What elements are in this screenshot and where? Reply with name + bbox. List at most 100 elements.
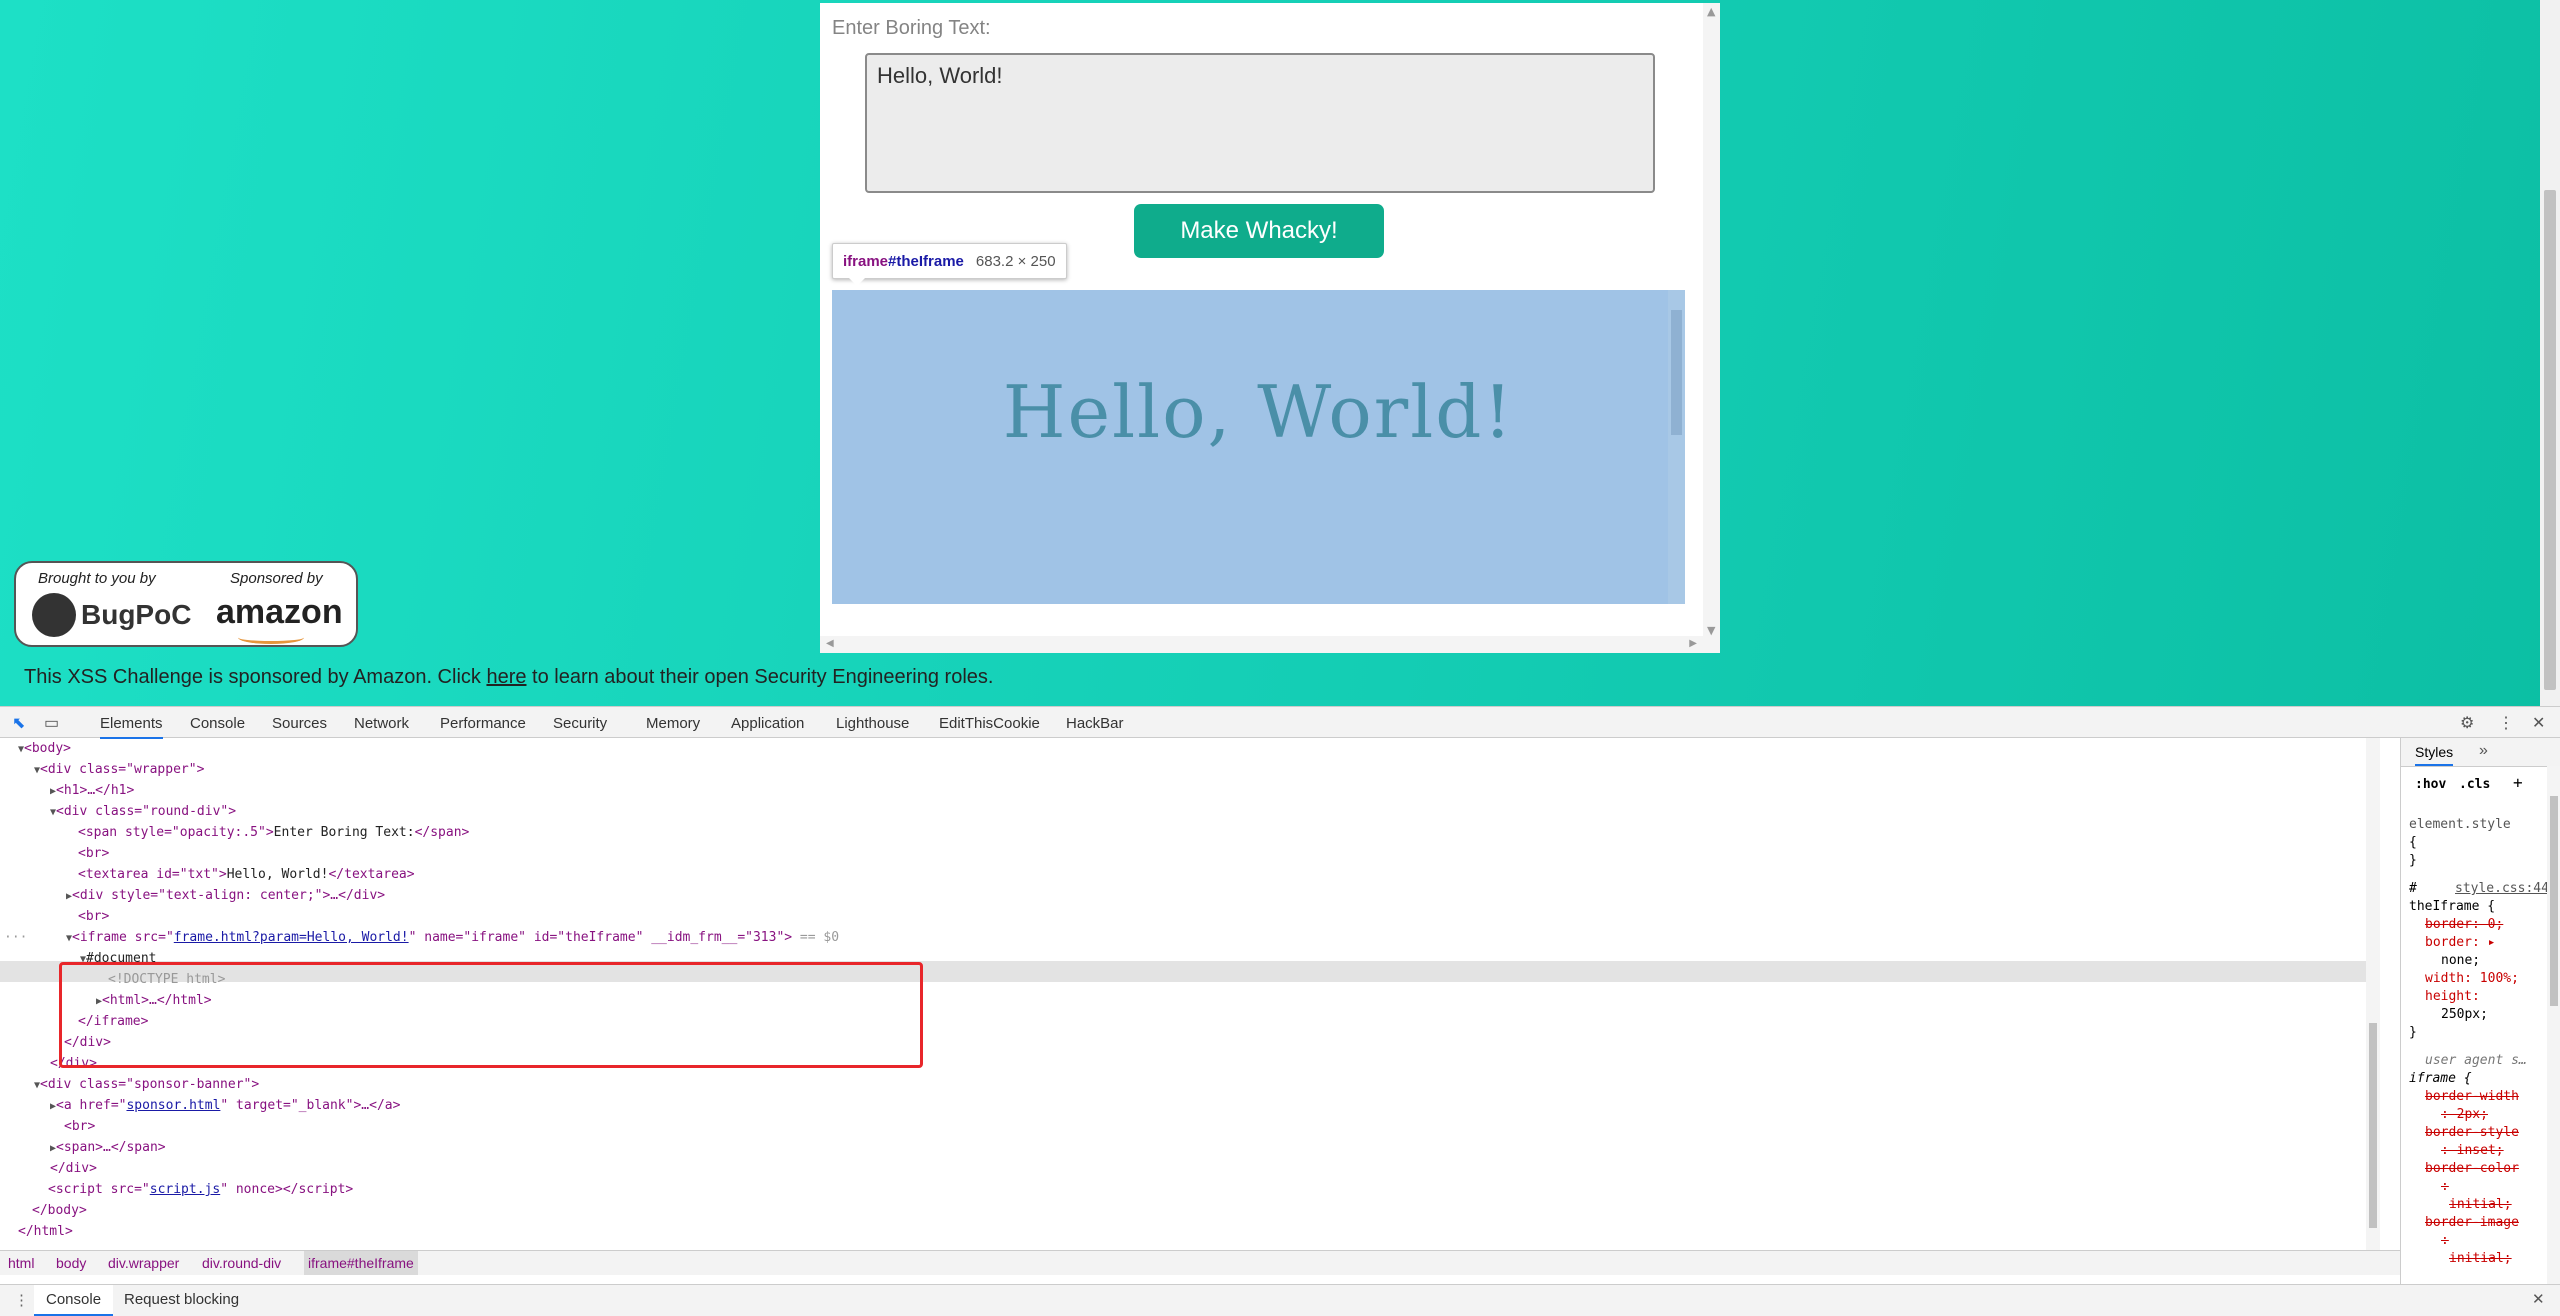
dom-br-3[interactable]: <br> [64, 1116, 95, 1137]
element-style-open: { [2409, 835, 2417, 850]
dom-sponsor-close[interactable]: </div> [50, 1158, 97, 1179]
dom-span[interactable]: <span style="opacity:.5">Enter Boring Te… [78, 822, 469, 843]
iframe-highlight[interactable]: Hello, World! [832, 290, 1685, 604]
prop-border-image-sep: : [2441, 1233, 2449, 1248]
drawer-bar: ⋮ Console Request blocking ✕ [0, 1284, 2560, 1316]
xss-text-after: to learn about their open Security Engin… [526, 666, 994, 688]
tab-editthiscookie[interactable]: EditThisCookie [939, 715, 1040, 732]
tab-styles[interactable]: Styles [2415, 744, 2454, 766]
prop-border-value: none; [2441, 953, 2481, 968]
scroll-left-icon[interactable]: ◀ [826, 638, 834, 649]
scroll-up-icon[interactable]: ▲ [1707, 5, 1715, 18]
tab-network[interactable]: Network [354, 715, 409, 732]
prop-border-image-value: initial; [2449, 1251, 2512, 1266]
drawer-tab-console[interactable]: Console [34, 1285, 114, 1316]
iframe-scrollbar[interactable] [1668, 290, 1685, 604]
close-drawer-icon[interactable]: ✕ [2532, 1290, 2545, 1308]
dom-a[interactable]: ▶<a href="sponsor.html" target="_blank">… [50, 1095, 400, 1116]
inspect-tooltip: iframe #theIframe 683.2 × 250 [832, 243, 1067, 286]
dom-h1[interactable]: ▶<h1>…</h1> [50, 780, 134, 801]
device-toolbar-icon[interactable]: ▭ [44, 713, 59, 733]
dom-span-2[interactable]: ▶<span>…</span> [50, 1137, 166, 1158]
prop-border-width: border-width [2425, 1089, 2519, 1104]
dom-html-close[interactable]: </html> [18, 1221, 73, 1242]
bugpoc-logo-icon [32, 593, 76, 637]
card-scrollbar[interactable]: ▲ ▼ [1703, 3, 1720, 653]
boring-text-input[interactable]: Hello, World! [865, 53, 1655, 193]
styles-tabbar: Styles » [2401, 738, 2560, 767]
dom-div-center[interactable]: ▶<div style="text-align: center;">…</div… [66, 885, 385, 906]
tab-security[interactable]: Security [553, 715, 607, 732]
tab-console[interactable]: Console [190, 715, 245, 732]
styles-scroll-thumb[interactable] [2550, 796, 2558, 1006]
dom-body-close[interactable]: </body> [32, 1200, 87, 1221]
breadcrumb-body[interactable]: body [56, 1255, 86, 1271]
dom-row-dots[interactable]: ··· [4, 927, 27, 948]
drawer-menu-icon[interactable]: ⋮ [14, 1291, 29, 1309]
card-hscrollbar[interactable]: ◀ ▶ [820, 636, 1703, 653]
prop-border[interactable]: border: ▸ [2425, 934, 2495, 952]
dom-round-div[interactable]: ▼<div class="round-div"> [50, 801, 236, 822]
prop-height[interactable]: height: [2425, 988, 2480, 1006]
dom-script[interactable]: <script src="script.js" nonce></script> [48, 1179, 353, 1200]
dom-br[interactable]: <br> [78, 843, 109, 864]
dom-textarea[interactable]: <textarea id="txt">Hello, World!</textar… [78, 864, 415, 885]
devtools-tabbar: ⬉ ▭ Elements Console Sources Network Per… [0, 707, 2560, 739]
breadcrumb-wrapper[interactable]: div.wrapper [108, 1255, 179, 1271]
prop-border-width-value: : 2px; [2441, 1107, 2488, 1122]
style-source-link[interactable]: style.css:44 [2455, 880, 2549, 898]
tab-lighthouse[interactable]: Lighthouse [836, 715, 909, 732]
prop-width[interactable]: width: 100%; [2425, 970, 2519, 988]
tab-elements[interactable]: Elements [100, 715, 163, 739]
dom-br-2[interactable]: <br> [78, 906, 109, 927]
here-link[interactable]: here [486, 666, 526, 688]
tab-performance[interactable]: Performance [440, 715, 526, 732]
dom-tree: ▼<body> ▼<div class="wrapper"> ▶<h1>…</h… [0, 738, 2380, 1250]
inspect-element-icon[interactable]: ⬉ [12, 713, 25, 733]
cls-toggle[interactable]: .cls [2459, 776, 2490, 794]
scroll-right-icon[interactable]: ▶ [1689, 638, 1697, 649]
tab-hackbar[interactable]: HackBar [1066, 715, 1124, 732]
prop-border-0[interactable]: border: 0; [2425, 916, 2503, 934]
prop-border-color-value: initial; [2449, 1197, 2512, 1212]
sponsored-by-text: Sponsored by [230, 570, 323, 587]
drawer-tab-request-blocking[interactable]: Request blocking [124, 1291, 239, 1308]
prop-border-style-value: : inset; [2441, 1143, 2504, 1158]
page-scrollbar[interactable] [2540, 0, 2560, 706]
dom-iframe[interactable]: ▼<iframe src="frame.html?param=Hello, Wo… [66, 927, 839, 948]
round-div-card: Enter Boring Text: Hello, World! Make Wh… [820, 3, 1720, 653]
breadcrumb-html[interactable]: html [8, 1255, 34, 1271]
prop-height-value: 250px; [2441, 1007, 2488, 1022]
sponsor-banner[interactable]: Brought to you by Sponsored by BugPoC am… [14, 561, 358, 647]
more-tabs-icon[interactable]: » [2479, 742, 2488, 760]
breadcrumb-iframe[interactable]: iframe#theIframe [304, 1251, 418, 1275]
whacky-output-text: Hello, World! [1002, 370, 1515, 454]
settings-gear-icon[interactable]: ⚙ [2460, 713, 2474, 733]
dom-scrollbar[interactable] [2366, 738, 2380, 1250]
scroll-down-icon[interactable]: ▼ [1707, 624, 1715, 637]
tab-sources[interactable]: Sources [272, 715, 327, 732]
prop-border-image: border-image [2425, 1215, 2519, 1230]
new-rule-icon[interactable]: + [2513, 774, 2523, 792]
tab-application[interactable]: Application [731, 715, 804, 732]
iframe-scroll-thumb[interactable] [1671, 310, 1682, 435]
tab-memory[interactable]: Memory [646, 715, 700, 732]
close-devtools-icon[interactable]: ✕ [2532, 713, 2545, 733]
hov-toggle[interactable]: :hov [2415, 776, 2446, 794]
dom-wrapper[interactable]: ▼<div class="wrapper"> [34, 759, 204, 780]
xss-sponsor-text: This XSS Challenge is sponsored by Amazo… [24, 666, 993, 689]
ua-selector: iframe { [2409, 1071, 2472, 1086]
prop-border-color: border-color [2425, 1161, 2519, 1176]
make-whacky-button[interactable]: Make Whacky! [1134, 204, 1384, 258]
tooltip-id: #theIframe [888, 252, 964, 270]
dom-scroll-thumb[interactable] [2369, 1023, 2377, 1228]
page-viewport: Enter Boring Text: Hello, World! Make Wh… [0, 0, 2560, 706]
breadcrumb-round-div[interactable]: div.round-div [202, 1255, 281, 1271]
dom-body[interactable]: ▼<body> [18, 738, 71, 759]
dom-sponsor-banner[interactable]: ▼<div class="sponsor-banner"> [34, 1074, 259, 1095]
page-scroll-thumb[interactable] [2544, 190, 2556, 690]
more-options-icon[interactable]: ⋮ [2498, 713, 2514, 733]
styles-scrollbar[interactable] [2547, 766, 2560, 1284]
selection-highlight-box [59, 962, 923, 1068]
tooltip-tag: iframe [843, 252, 889, 270]
